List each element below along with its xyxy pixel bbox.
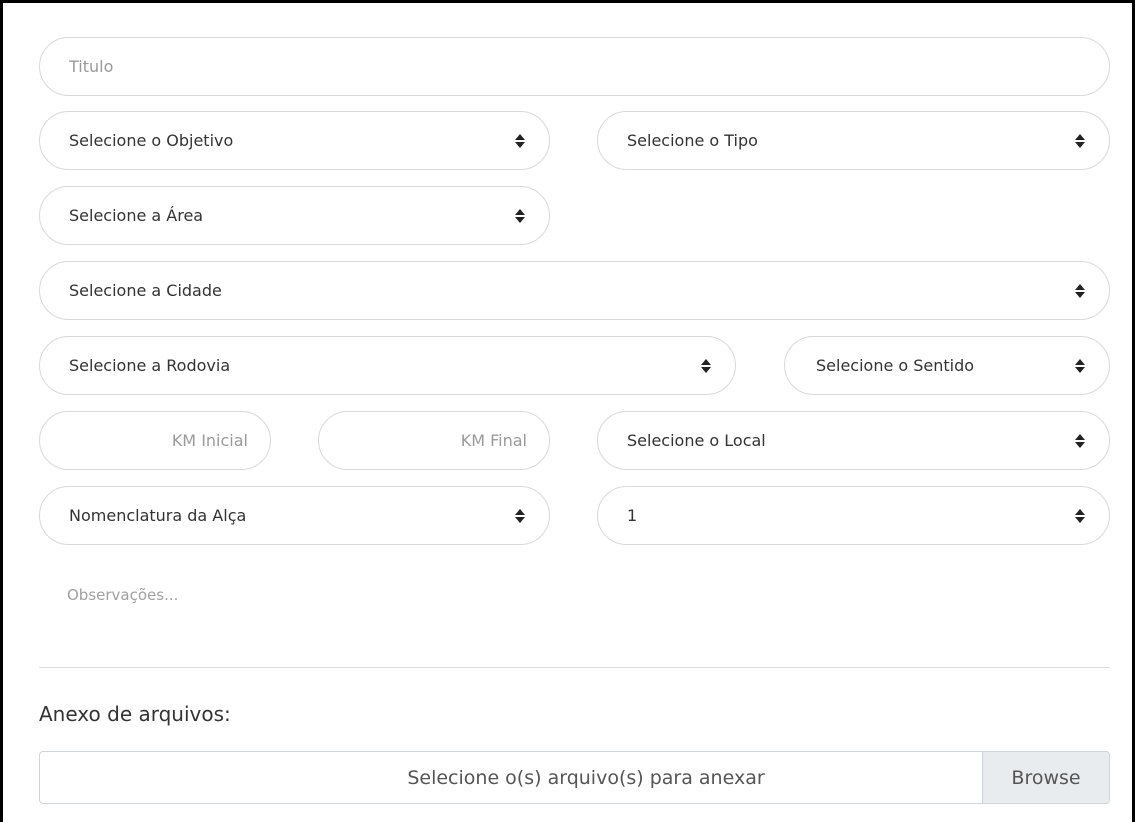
file-input-placeholder[interactable]: Selecione o(s) arquivo(s) para anexar: [40, 752, 982, 803]
local-select[interactable]: Selecione o Local: [597, 411, 1110, 470]
sort-caret-icon: [515, 133, 525, 148]
objetivo-select[interactable]: Selecione o Objetivo: [39, 111, 550, 170]
sort-caret-icon: [515, 508, 525, 523]
nomenclatura-select-value: Nomenclatura da Alça: [69, 506, 247, 525]
sort-caret-icon: [1075, 508, 1085, 523]
tipo-select[interactable]: Selecione o Tipo: [597, 111, 1110, 170]
quantidade-select-value: 1: [627, 506, 638, 525]
divider: [39, 667, 1110, 668]
sentido-select-value: Selecione o Sentido: [816, 356, 975, 375]
rodovia-select-value: Selecione a Rodovia: [69, 356, 231, 375]
titulo-input[interactable]: Titulo: [39, 37, 1110, 96]
titulo-placeholder: Titulo: [69, 57, 114, 76]
area-select-value: Selecione a Área: [69, 206, 204, 225]
rodovia-select[interactable]: Selecione a Rodovia: [39, 336, 736, 395]
attachments-label: Anexo de arquivos:: [39, 702, 231, 726]
sort-caret-icon: [1075, 358, 1085, 373]
sort-caret-icon: [1075, 133, 1085, 148]
objetivo-select-value: Selecione o Objetivo: [69, 131, 234, 150]
file-input[interactable]: Selecione o(s) arquivo(s) para anexar Br…: [39, 751, 1110, 804]
observacoes-textarea[interactable]: Observações...: [67, 586, 178, 604]
sort-caret-icon: [515, 208, 525, 223]
tipo-select-value: Selecione o Tipo: [627, 131, 758, 150]
sentido-select[interactable]: Selecione o Sentido: [784, 336, 1110, 395]
local-select-value: Selecione o Local: [627, 431, 766, 450]
km-final-placeholder: KM Final: [460, 431, 527, 450]
sort-caret-icon: [1075, 433, 1085, 448]
km-final-input[interactable]: KM Final: [318, 411, 550, 470]
nomenclatura-select[interactable]: Nomenclatura da Alça: [39, 486, 550, 545]
browse-button[interactable]: Browse: [982, 752, 1109, 803]
cidade-select[interactable]: Selecione a Cidade: [39, 261, 1110, 320]
sort-caret-icon: [1075, 283, 1085, 298]
quantidade-select[interactable]: 1: [597, 486, 1110, 545]
sort-caret-icon: [701, 358, 711, 373]
area-select[interactable]: Selecione a Área: [39, 186, 550, 245]
cidade-select-value: Selecione a Cidade: [69, 281, 222, 300]
km-inicial-input[interactable]: KM Inicial: [39, 411, 271, 470]
km-inicial-placeholder: KM Inicial: [171, 431, 248, 450]
